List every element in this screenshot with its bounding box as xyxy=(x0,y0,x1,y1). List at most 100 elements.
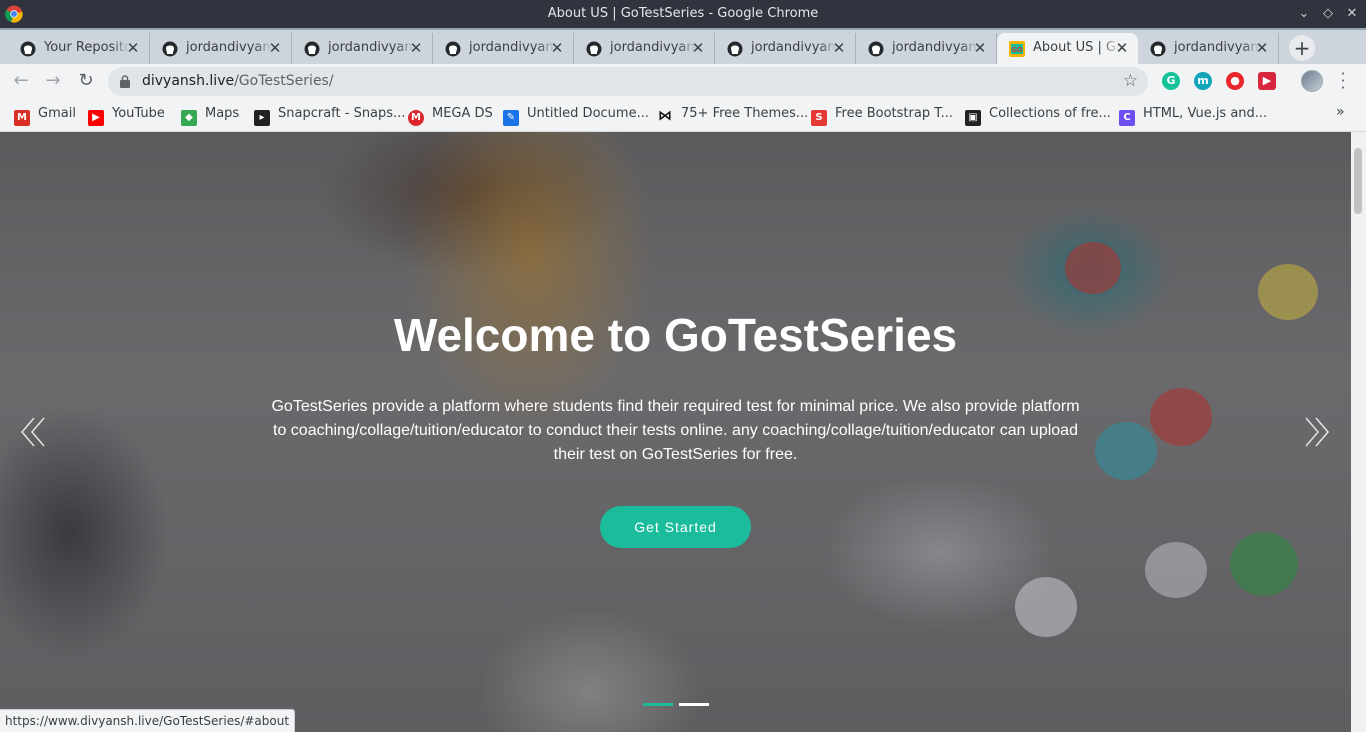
close-window-icon[interactable]: ✕ xyxy=(1342,4,1362,24)
gotestseries-icon: GO xyxy=(1009,41,1025,57)
page-scrollbar[interactable] xyxy=(1351,132,1366,732)
snapcraft-icon: ▸ xyxy=(254,110,270,126)
tab-close-icon[interactable]: ✕ xyxy=(267,39,283,57)
lock-icon xyxy=(120,75,130,88)
tab-close-icon[interactable]: ✕ xyxy=(1254,39,1270,57)
bookmark-maps[interactable]: ◆ Maps xyxy=(181,106,240,126)
tab-label: jordandivyansh xyxy=(1174,40,1260,55)
back-arrow-icon[interactable]: ← xyxy=(10,70,32,92)
carousel-next-icon[interactable] xyxy=(1302,412,1332,452)
bookmark-label: 75+ Free Themes... xyxy=(681,106,809,121)
url-path: /GoTestSeries/ xyxy=(234,73,334,89)
tab-label: jordandivyansh xyxy=(610,40,696,55)
bookmark-html-vue[interactable]: C HTML, Vue.js and... xyxy=(1119,106,1268,126)
url-text[interactable]: divyansh.live/GoTestSeries/ xyxy=(142,73,334,89)
tab-jordandivyansh[interactable]: jordandivyansh ✕ xyxy=(574,33,715,64)
collections-icon: ▣ xyxy=(965,110,981,126)
svg-text:GO: GO xyxy=(1012,47,1023,54)
ublock-icon[interactable]: ● xyxy=(1226,72,1244,90)
tab-label: Your Repositories xyxy=(44,40,130,55)
video-extension-icon[interactable]: ▶ xyxy=(1258,72,1276,90)
github-icon xyxy=(727,41,743,57)
tab-jordandivyansh[interactable]: jordandivyansh ✕ xyxy=(1138,33,1279,64)
tab-about-us[interactable]: GO About US | GoTestSeries ✕ xyxy=(997,33,1138,64)
bookmark-collections[interactable]: ▣ Collections of fre... xyxy=(965,106,1111,126)
bookmark-untitled-document[interactable]: ✎ Untitled Docume... xyxy=(503,106,649,126)
carousel-indicator-active[interactable] xyxy=(643,703,673,706)
bookmarks-overflow-icon[interactable]: » xyxy=(1336,104,1345,120)
reload-icon[interactable]: ↻ xyxy=(75,70,97,92)
github-icon xyxy=(586,41,602,57)
carousel-indicator[interactable] xyxy=(679,703,709,706)
github-icon xyxy=(20,41,36,57)
bookmark-snapcraft[interactable]: ▸ Snapcraft - Snaps... xyxy=(254,106,406,126)
bookmark-label: Snapcraft - Snaps... xyxy=(278,106,406,121)
github-icon xyxy=(1150,41,1166,57)
github-icon xyxy=(445,41,461,57)
bookmark-youtube[interactable]: ▶ YouTube xyxy=(88,106,165,126)
bookmark-label: Collections of fre... xyxy=(989,106,1111,121)
document-icon: ✎ xyxy=(503,110,519,126)
bookmark-label: Maps xyxy=(205,106,240,121)
bookmark-label: Untitled Docume... xyxy=(527,106,649,121)
paper-ball-decoration xyxy=(1230,532,1298,596)
tab-close-icon[interactable]: ✕ xyxy=(1114,39,1130,57)
minimize-icon[interactable]: ⌄ xyxy=(1294,4,1314,24)
bootstrap-icon: S xyxy=(811,110,827,126)
tab-jordandivyansh[interactable]: jordandivyansh ✕ xyxy=(856,33,997,64)
gmail-icon: M xyxy=(14,110,30,126)
paper-ball-decoration xyxy=(1150,388,1212,446)
maps-icon: ◆ xyxy=(181,110,197,126)
bookmark-free-themes[interactable]: ⋈ 75+ Free Themes... xyxy=(657,106,808,124)
hero-description: GoTestSeries provide a platform where st… xyxy=(271,398,1080,463)
grammarly-icon[interactable]: G xyxy=(1162,72,1180,90)
github-icon xyxy=(162,41,178,57)
menu-dots-icon[interactable]: · · · xyxy=(1338,66,1348,96)
youtube-icon: ▶ xyxy=(88,110,104,126)
tab-close-icon[interactable]: ✕ xyxy=(831,39,847,57)
tab-label: About US | GoTestSeries xyxy=(1033,40,1119,55)
carousel-prev-icon[interactable] xyxy=(18,412,48,452)
browser-toolbar: ← → ↻ divyansh.live/GoTestSeries/ ☆ G m … xyxy=(0,64,1366,98)
paper-ball-decoration xyxy=(1145,542,1207,598)
github-icon xyxy=(304,41,320,57)
tab-jordandivyansh[interactable]: jordandivyansh ✕ xyxy=(715,33,856,64)
tab-jordandivyansh[interactable]: jordandivyansh ✕ xyxy=(292,33,433,64)
bookmark-mega[interactable]: M MEGA DS xyxy=(408,106,493,126)
github-icon xyxy=(868,41,884,57)
tab-close-icon[interactable]: ✕ xyxy=(408,39,424,57)
tab-close-icon[interactable]: ✕ xyxy=(549,39,565,57)
avatar[interactable] xyxy=(1301,70,1323,92)
bookmark-label: Gmail xyxy=(38,106,76,121)
address-bar[interactable]: divyansh.live/GoTestSeries/ ☆ xyxy=(108,67,1148,96)
get-started-button[interactable]: Get Started xyxy=(600,506,751,548)
bookmark-label: HTML, Vue.js and... xyxy=(1143,106,1268,121)
bookmark-star-icon[interactable]: ☆ xyxy=(1123,71,1138,91)
tab-your-repositories[interactable]: Your Repositories ✕ xyxy=(8,33,150,64)
forward-arrow-icon[interactable]: → xyxy=(42,70,64,92)
maximize-icon[interactable]: ◇ xyxy=(1318,4,1338,24)
tab-close-icon[interactable]: ✕ xyxy=(690,39,706,57)
tab-label: jordandivyansh xyxy=(186,40,272,55)
tab-close-icon[interactable]: ✕ xyxy=(125,39,141,57)
vue-icon: C xyxy=(1119,110,1135,126)
scrollbar-thumb[interactable] xyxy=(1354,148,1362,214)
window-title: About US | GoTestSeries - Google Chrome xyxy=(547,6,819,21)
bookmarks-bar: M Gmail ▶ YouTube ◆ Maps ▸ Snapcraft - Snaps… xyxy=(0,98,1366,132)
paper-ball-decoration xyxy=(1095,422,1157,480)
tab-jordandivyansh[interactable]: jordandivyansh ✕ xyxy=(150,33,292,64)
hero-title: Welcome to GoTestSeries xyxy=(393,309,958,361)
bookmark-label: Free Bootstrap T... xyxy=(835,106,954,121)
extension-m-icon[interactable]: m xyxy=(1194,72,1212,90)
tab-jordandivyansh[interactable]: jordandivyansh ✕ xyxy=(433,33,574,64)
new-tab-button[interactable]: + xyxy=(1289,35,1315,61)
bookmark-gmail[interactable]: M Gmail xyxy=(14,106,76,126)
bookmark-free-bootstrap[interactable]: S Free Bootstrap T... xyxy=(811,106,954,126)
title-bar: About US | GoTestSeries - Google Chrome … xyxy=(0,0,1366,28)
url-host: divyansh.live xyxy=(142,73,235,89)
bowtie-icon: ⋈ xyxy=(658,108,672,124)
tab-label: jordandivyansh xyxy=(892,40,978,55)
tab-label: jordandivyansh xyxy=(751,40,837,55)
paper-ball-decoration xyxy=(1065,242,1121,294)
tab-close-icon[interactable]: ✕ xyxy=(972,39,988,57)
